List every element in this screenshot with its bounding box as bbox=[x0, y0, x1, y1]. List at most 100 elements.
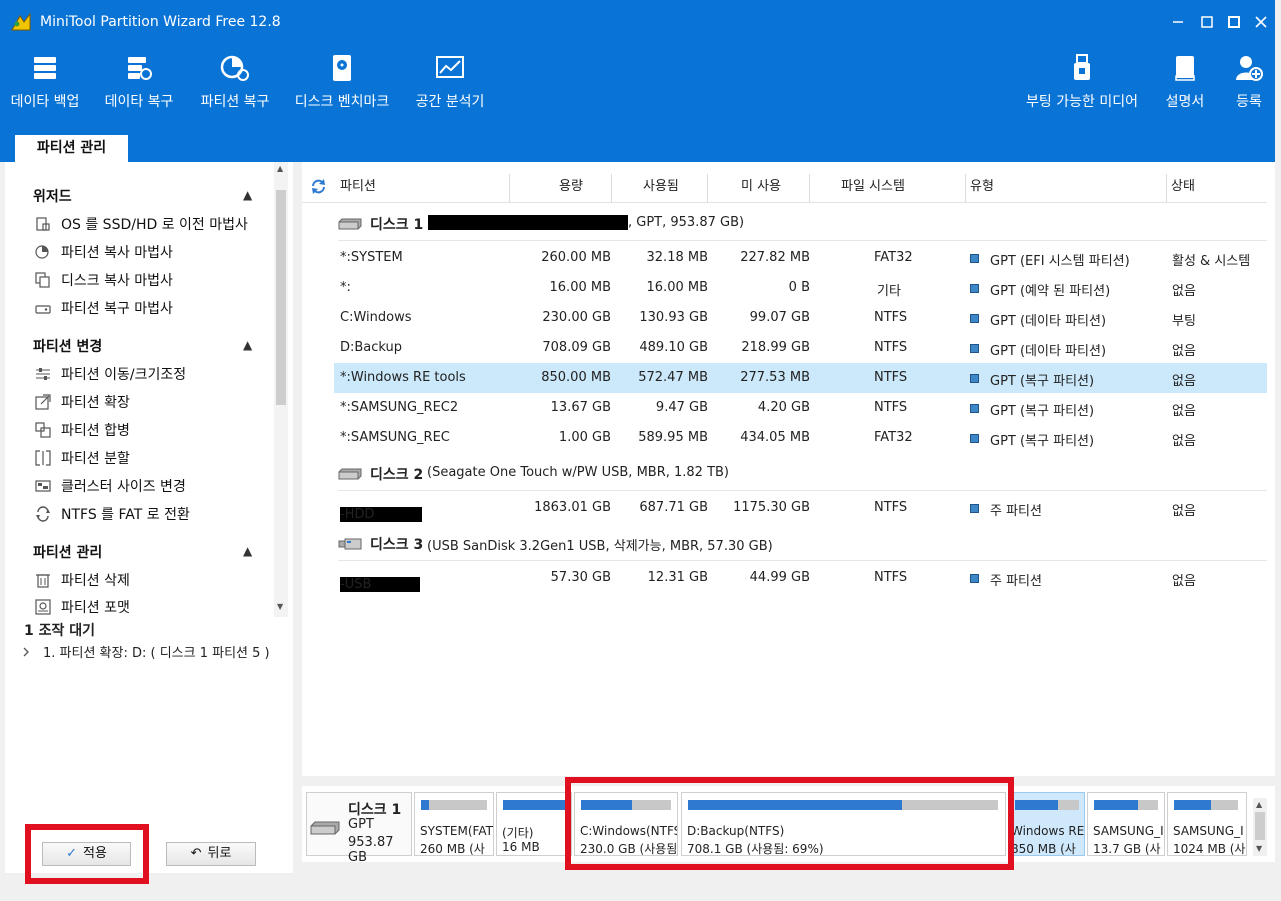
toolbar-space-analyzer[interactable]: 공간 분석기 bbox=[414, 54, 486, 124]
sidebar-item-migrate-os[interactable]: OS 를 SSD/HD 로 이전 마법사 bbox=[35, 213, 248, 235]
close-button[interactable] bbox=[1248, 10, 1274, 36]
column-divider bbox=[1166, 174, 1167, 202]
sidebar-item-delete[interactable]: 파티션 삭제 bbox=[35, 569, 130, 591]
refresh-icon[interactable] bbox=[310, 178, 327, 195]
col-header-unused[interactable]: 미 사용 bbox=[741, 174, 781, 200]
cell-status: 없음 bbox=[1172, 574, 1196, 589]
partition-recovery-icon bbox=[220, 55, 249, 81]
left-panel: ▲ ▼ 위저드 ▲ OS 를 SSD/HD 로 이전 마법사 파티션 복사 마법… bbox=[5, 162, 293, 884]
table-row[interactable]: C:Windows 230.00 GB 130.93 GB 99.07 GB N… bbox=[334, 303, 1267, 333]
sidebar-item-copy-disk[interactable]: 디스크 복사 마법사 bbox=[35, 269, 173, 291]
col-header-status[interactable]: 상태 bbox=[1171, 174, 1195, 200]
sidebar-scrollbar[interactable]: ▲ ▼ bbox=[274, 162, 288, 617]
toolbar-data-recovery[interactable]: 데이타 복구 bbox=[102, 54, 176, 124]
cell-capacity: 260.00 MB bbox=[541, 250, 611, 265]
cell-type: GPT (복구 파티션) bbox=[990, 374, 1095, 389]
toolbar-register[interactable]: 등록 bbox=[1230, 54, 1268, 124]
collapse-icon[interactable]: ▲ bbox=[243, 338, 252, 352]
disk-row-2[interactable]: 디스크 2 (Seagate One Touch w/PW USB, MBR, … bbox=[338, 458, 1267, 488]
toolbar-partition-recovery[interactable]: 파티션 복구 bbox=[198, 54, 272, 124]
partition-label: (기타) bbox=[502, 826, 534, 840]
col-header-used[interactable]: 사용됨 bbox=[643, 174, 679, 200]
sidebar-item-label: 파티션 복사 마법사 bbox=[61, 245, 173, 261]
sidebar-item-format[interactable]: 파티션 포맷 bbox=[35, 596, 130, 618]
cell-used: 589.95 MB bbox=[638, 430, 708, 445]
cell-filesystem: NTFS bbox=[874, 500, 908, 515]
table-row[interactable]: *: 16.00 MB 16.00 MB 0 B 기타 GPT (예약 된 파티… bbox=[334, 273, 1267, 303]
toolbar-bootable-media[interactable]: 부팅 가능한 미디어 bbox=[1024, 54, 1140, 124]
table-row[interactable]: *:SAMSUNG_REC2 13.67 GB 9.47 GB 4.20 GB … bbox=[334, 393, 1267, 423]
disk-map-partition[interactable]: SYSTEM(FAT 260 MB (사 bbox=[414, 792, 494, 856]
disk-map-disk-1[interactable]: 디스크 1 GPT 953.87 GB bbox=[306, 792, 412, 865]
cell-type: 주 파티션 bbox=[990, 504, 1042, 519]
partition-label: Windows RE bbox=[1011, 824, 1085, 838]
disk-row-1[interactable]: 디스크 1 , GPT, 953.87 GB) bbox=[338, 208, 1267, 238]
col-header-partition[interactable]: 파티션 bbox=[340, 174, 376, 200]
sidebar-item-merge[interactable]: 파티션 합병 bbox=[35, 419, 130, 441]
section-wizard-title[interactable]: 위저드 bbox=[33, 186, 72, 206]
scroll-up-icon[interactable]: ▲ bbox=[277, 164, 283, 173]
usage-fill bbox=[1174, 800, 1212, 810]
col-header-capacity[interactable]: 용량 bbox=[559, 174, 583, 200]
data-backup-icon bbox=[34, 57, 56, 79]
disk-map-scheme: GPT bbox=[348, 817, 374, 832]
toolbar-disk-benchmark[interactable]: 디스크 벤치마크 bbox=[294, 54, 390, 124]
sidebar-item-extend[interactable]: 파티션 확장 bbox=[35, 391, 130, 413]
sidebar-item-move-resize[interactable]: 파티션 이동/크기조정 bbox=[35, 363, 186, 385]
table-row[interactable]: *:SYSTEM 260.00 MB 32.18 MB 227.82 MB FA… bbox=[334, 243, 1267, 273]
table-row[interactable]: *:SAMSUNG_REC 1.00 GB 589.95 MB 434.05 M… bbox=[334, 423, 1267, 453]
partition-type-icon bbox=[970, 374, 979, 383]
col-header-filesystem[interactable]: 파일 시스템 bbox=[841, 174, 905, 200]
section-partition-management-title[interactable]: 파티션 관리 bbox=[33, 542, 102, 562]
scroll-down-icon[interactable]: ▼ bbox=[1256, 844, 1262, 853]
partition-type-icon bbox=[970, 404, 979, 413]
cell-status: 없음 bbox=[1172, 404, 1196, 419]
chevron-right-icon[interactable] bbox=[21, 647, 31, 657]
pending-operation-item[interactable]: 1. 파티션 확장: D: ( 디스크 1 파티션 5 ) bbox=[21, 642, 270, 661]
disk-map-scrollbar[interactable]: ▲ ▼ bbox=[1253, 798, 1267, 856]
sidebar-item-split[interactable]: 파티션 분할 bbox=[35, 447, 130, 469]
disk-row-3[interactable]: 디스크 3 (USB SanDisk 3.2Gen1 USB, 삭제가능, MB… bbox=[338, 528, 1267, 558]
sidebar-item-label: OS 를 SSD/HD 로 이전 마법사 bbox=[61, 217, 248, 233]
partition-type-icon bbox=[970, 314, 979, 323]
minimize-icon bbox=[1173, 21, 1183, 23]
usb-disk-icon bbox=[338, 538, 362, 550]
sidebar-item-cluster-size[interactable]: 클러스터 사이즈 변경 bbox=[35, 475, 186, 497]
disk-map-scroll-thumb[interactable] bbox=[1255, 812, 1265, 840]
disk-map-partition-selected[interactable]: Windows RE 850 MB (사 bbox=[1008, 792, 1085, 856]
cell-filesystem: NTFS bbox=[874, 340, 908, 355]
sidebar-item-label: 파티션 삭제 bbox=[61, 573, 130, 589]
scroll-down-icon[interactable]: ▼ bbox=[277, 602, 283, 611]
sidebar-item-recover-partition[interactable]: 파티션 복구 마법사 bbox=[35, 297, 173, 319]
table-row[interactable]: F:-USB 57.30 GB 12.31 GB 44.99 GB NTFS 주… bbox=[334, 563, 1267, 593]
restore-button[interactable] bbox=[1194, 10, 1220, 36]
cell-used: 16.00 MB bbox=[646, 280, 708, 295]
usage-fill bbox=[421, 800, 429, 810]
table-row[interactable]: D:Backup 708.09 GB 489.10 GB 218.99 GB N… bbox=[334, 333, 1267, 363]
toolbar-data-backup[interactable]: 데이타 백업 bbox=[8, 54, 82, 124]
tab-partition-management[interactable]: 파티션 관리 bbox=[15, 135, 128, 162]
register-icon bbox=[1236, 56, 1263, 81]
disk-map-partition[interactable]: SAMSUNG_I 13.7 GB (사 bbox=[1087, 792, 1165, 856]
sidebar-item-copy-partition[interactable]: 파티션 복사 마법사 bbox=[35, 241, 173, 263]
disk-map-partition[interactable]: (기타) 16 MB bbox=[496, 792, 572, 856]
maximize-button[interactable] bbox=[1221, 10, 1247, 36]
partition-size: 260 MB (사 bbox=[420, 842, 485, 856]
toolbar-manual[interactable]: 설명서 bbox=[1162, 54, 1208, 124]
col-header-type[interactable]: 유형 bbox=[970, 174, 994, 200]
collapse-icon[interactable]: ▲ bbox=[243, 188, 252, 202]
undo-label: 뒤로 bbox=[207, 846, 232, 861]
sidebar-scroll-thumb[interactable] bbox=[276, 190, 286, 405]
table-row[interactable]: E:-HDD 1863.01 GB 687.71 GB 1175.30 GB N… bbox=[334, 493, 1267, 523]
table-row-selected[interactable]: *:Windows RE tools 850.00 MB 572.47 MB 2… bbox=[334, 363, 1267, 393]
scroll-up-icon[interactable]: ▲ bbox=[1256, 800, 1262, 809]
section-partition-change-title[interactable]: 파티션 변경 bbox=[33, 336, 102, 356]
undo-button[interactable]: ↶ 뒤로 bbox=[166, 842, 256, 866]
partition-type-icon bbox=[970, 504, 979, 513]
minimize-button[interactable] bbox=[1165, 10, 1191, 36]
disk-map-partition[interactable]: SAMSUNG_I 1024 MB (사 bbox=[1167, 792, 1247, 856]
sidebar-item-ntfs-to-fat[interactable]: NTFS 를 FAT 로 전환 bbox=[35, 503, 190, 525]
cell-unused: 4.20 GB bbox=[757, 400, 810, 415]
collapse-icon[interactable]: ▲ bbox=[243, 544, 252, 558]
toolbar-label: 부팅 가능한 미디어 bbox=[1026, 94, 1138, 110]
